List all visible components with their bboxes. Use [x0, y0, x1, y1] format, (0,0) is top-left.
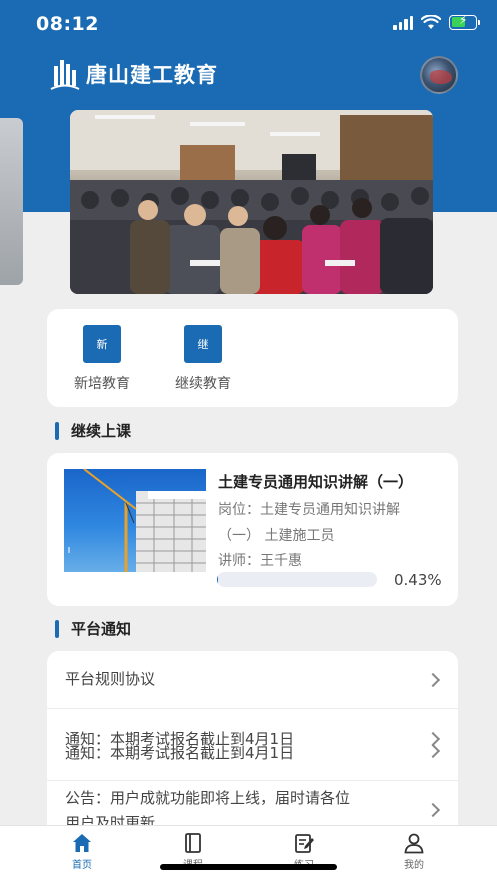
- classroom-photo: [70, 110, 433, 294]
- tab-home[interactable]: 首页: [52, 832, 112, 871]
- signal-icon: [393, 14, 413, 30]
- banner-image[interactable]: [70, 110, 433, 294]
- user-icon: [404, 833, 424, 854]
- notice-item[interactable]: 平台规则协议: [47, 651, 458, 709]
- course-progress-text: 0.43%: [394, 571, 442, 589]
- tab-label: 我的: [404, 860, 424, 871]
- battery-icon: ⚡: [449, 13, 480, 30]
- section-title-notices: 平台通知: [55, 618, 131, 639]
- bottom-tab-bar: 首页 课程 练习 我的: [0, 825, 497, 883]
- quick-item-new-training[interactable]: 新 新培教育: [62, 325, 142, 393]
- quick-item-label: 新培教育: [74, 376, 130, 392]
- chevron-right-icon: [425, 743, 441, 759]
- wifi-icon: [421, 14, 441, 29]
- notice-item[interactable]: 通知：本期考试报名截止到4月1日 通知：本期考试报名截止到4月1日: [47, 709, 458, 781]
- course-position-cont: （一） 土建施工员: [218, 528, 335, 544]
- status-bar: 08:12 ⚡: [0, 0, 497, 48]
- section-title-continue: 继续上课: [55, 420, 131, 441]
- chevron-right-icon: [425, 802, 441, 818]
- status-icons: ⚡: [393, 13, 480, 30]
- course-title: 土建专员通用知识讲解（一）: [218, 473, 414, 491]
- book-icon: [185, 833, 201, 853]
- course-teacher: 讲师：王千惠: [218, 553, 302, 569]
- crane-building-image: [68, 469, 206, 572]
- quick-item-label: 继续教育: [175, 376, 231, 392]
- notice-text: 平台规则协议: [65, 670, 156, 688]
- section-accent-bar: [55, 619, 59, 638]
- tab-label: 首页: [72, 860, 92, 871]
- course-progress-fill: [217, 572, 218, 587]
- quick-menu-card: 新 新培教育 继 继续教育: [47, 309, 458, 407]
- notice-text: 公告：用户成就功能即将上线，届时请各位: [65, 789, 351, 807]
- quick-item-continuing-education[interactable]: 继 继续教育: [163, 325, 243, 393]
- home-icon: [73, 834, 91, 852]
- logo-text: 唐山建工教育: [86, 62, 218, 87]
- tab-mine[interactable]: 我的: [384, 832, 444, 871]
- new-training-icon: 新: [83, 325, 121, 363]
- chevron-right-icon: [425, 672, 441, 688]
- continuing-education-icon: 继: [184, 325, 222, 363]
- app-logo: 唐山建工教育: [50, 56, 218, 92]
- notice-text-duplicate: 通知：本期考试报名截止到4月1日: [65, 744, 295, 762]
- banner-previous-slide[interactable]: [0, 118, 23, 285]
- avatar[interactable]: [420, 56, 458, 94]
- course-card[interactable]: 土建专员通用知识讲解（一） 岗位：土建专员通用知识讲解 （一） 土建施工员 讲师…: [47, 453, 458, 606]
- home-indicator[interactable]: [160, 864, 337, 870]
- course-progress-bar: [217, 572, 377, 587]
- edit-icon: [295, 834, 314, 853]
- section-accent-bar: [55, 421, 59, 440]
- course-position: 岗位：土建专员通用知识讲解: [218, 502, 400, 518]
- course-thumbnail: [64, 469, 206, 572]
- logo-mark-icon: [50, 60, 80, 90]
- status-time: 08:12: [36, 13, 99, 35]
